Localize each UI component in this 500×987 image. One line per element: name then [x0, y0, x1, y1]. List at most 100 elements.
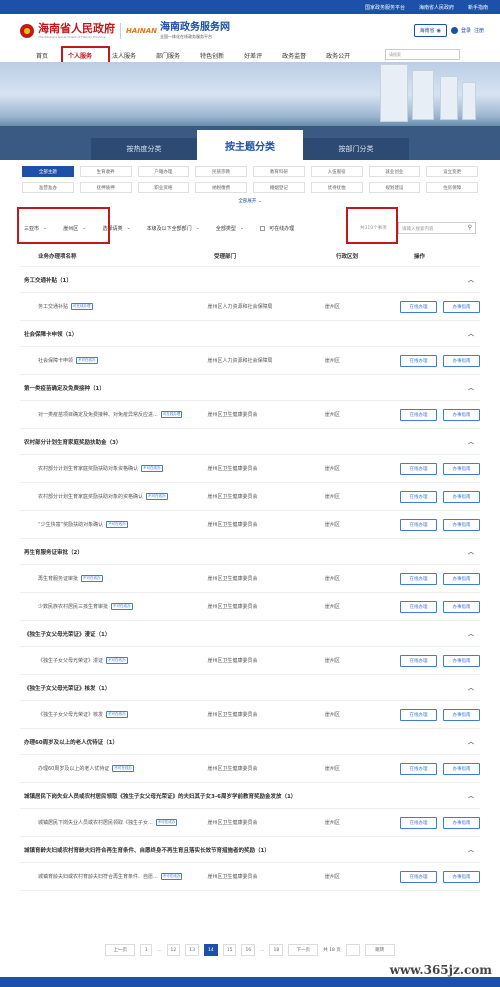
gov-logo[interactable]: 海南省人民政府 The People's Government of Haina…: [38, 23, 115, 39]
group-header[interactable]: 再生育服务证审批（2） ︿: [20, 539, 480, 565]
guide-button[interactable]: 办事指南: [443, 600, 480, 613]
service-name[interactable]: 少数民族农村居民三孩生育审批: [38, 603, 108, 610]
chevron-up-icon[interactable]: ︿: [468, 437, 480, 446]
service-name[interactable]: “少生快富”奖励扶助对象确认: [38, 521, 103, 528]
guide-button[interactable]: 办事指南: [443, 816, 480, 829]
category-item[interactable]: 抚押质押: [79, 182, 132, 193]
online-apply-button[interactable]: 在线办理: [400, 654, 437, 667]
register-link[interactable]: 注册: [474, 27, 484, 34]
service-name[interactable]: 《独生子女父母光荣证》漫证: [38, 657, 103, 664]
online-apply-button[interactable]: 在线办理: [400, 518, 437, 531]
nav-evaluation[interactable]: 好差评: [244, 51, 262, 60]
chevron-up-icon[interactable]: ︿: [468, 275, 480, 284]
online-apply-button[interactable]: 在线办理: [400, 600, 437, 613]
service-name[interactable]: 城镇育龄夫妇或农村育龄夫妇符合再生育条件、自愿...: [38, 873, 158, 880]
service-name[interactable]: 对一类疫苗项目确定及免费接种、对免疫异常反应进...: [38, 411, 158, 418]
guide-button[interactable]: 办事指南: [443, 490, 480, 503]
chevron-up-icon[interactable]: ︿: [468, 547, 480, 556]
jump-button[interactable]: 跳转: [364, 944, 395, 956]
guide-button[interactable]: 办事指南: [443, 518, 480, 531]
guide-button[interactable]: 办事指南: [443, 300, 480, 313]
service-name[interactable]: 农村部分计划生育家庭奖励扶助对象的资格确认: [38, 493, 143, 500]
group-header[interactable]: 第一类疫苗确定及免费接种（1） ︿: [20, 375, 480, 401]
category-item[interactable]: 准营准办: [22, 182, 74, 193]
group-header[interactable]: 城镇育龄夫妇或农村育龄夫妇符合再生育条件、自愿终身不再生育且落实长效节育措施者的…: [20, 837, 480, 863]
service-name[interactable]: 城镇居民下岗失业人员或农村居民领取《独生子女...: [38, 819, 153, 826]
category-item[interactable]: 全部主题: [22, 166, 74, 177]
category-item[interactable]: 入伍服役: [310, 166, 363, 177]
page-button[interactable]: 16: [241, 944, 256, 956]
next-page-button[interactable]: 下一页: [288, 944, 319, 956]
guide-button[interactable]: 办事指南: [443, 408, 480, 421]
page-jump-input[interactable]: [345, 944, 360, 956]
page-button[interactable]: 1: [140, 944, 153, 956]
category-item[interactable]: 住房保障: [426, 182, 478, 193]
online-apply-button[interactable]: 在线办理: [400, 490, 437, 503]
header-search-input[interactable]: 请搜索: [385, 49, 460, 60]
prev-page-button[interactable]: 上一页: [105, 944, 136, 956]
page-button[interactable]: 18: [269, 944, 284, 956]
chevron-up-icon[interactable]: ︿: [468, 791, 480, 800]
category-item[interactable]: 优待抚恤: [310, 182, 363, 193]
type-select[interactable]: 全部类型 ⌄: [216, 225, 244, 232]
category-item[interactable]: 教育科研: [253, 166, 305, 177]
online-apply-button[interactable]: 在线办理: [400, 408, 437, 421]
page-button[interactable]: 15: [222, 944, 237, 956]
service-name[interactable]: 务工交通补贴: [38, 303, 68, 310]
department-select[interactable]: 本级及以下全部部门 ⌄: [147, 225, 200, 232]
guide-button[interactable]: 办事指南: [443, 708, 480, 721]
nav-open-gov[interactable]: 政务公开: [326, 51, 350, 60]
expand-all-link[interactable]: 全部展开 ⌄: [0, 198, 500, 204]
guide-button[interactable]: 办事指南: [443, 462, 480, 475]
category-item[interactable]: 生育收养: [79, 166, 132, 177]
group-header[interactable]: 社会保障卡申领（1） ︿: [20, 321, 480, 347]
page-button-current[interactable]: 14: [203, 944, 218, 956]
online-apply-button[interactable]: 在线办理: [400, 708, 437, 721]
chevron-up-icon[interactable]: ︿: [468, 329, 480, 338]
group-header[interactable]: 《独生子女父母光荣证》漫证（1） ︿: [20, 621, 480, 647]
service-name[interactable]: 农村部分计划生育家庭奖励扶助对象资格确认: [38, 465, 138, 472]
tab-by-department[interactable]: 按部门分类: [303, 138, 409, 160]
guide-button[interactable]: 办事指南: [443, 654, 480, 667]
guide-button[interactable]: 办事指南: [443, 762, 480, 775]
group-header[interactable]: 办理60周岁及以上的老人优待证（1） ︿: [20, 729, 480, 755]
filter-search-input[interactable]: 请输入搜索内容 ⚲: [398, 222, 476, 234]
category-item[interactable]: 户籍办理: [137, 166, 190, 177]
topbar-link-province[interactable]: 海南省人民政府: [419, 4, 454, 11]
guide-button[interactable]: 办事指南: [443, 354, 480, 367]
nav-department-services[interactable]: 部门服务: [156, 51, 180, 60]
service-name[interactable]: 《独生子女父母光荣证》核发: [38, 711, 103, 718]
chevron-up-icon[interactable]: ︿: [468, 737, 480, 746]
group-header[interactable]: 《独生子女父母光荣证》核发（1） ︿: [20, 675, 480, 701]
category-item[interactable]: 规划建设: [368, 182, 421, 193]
chevron-up-icon[interactable]: ︿: [468, 845, 480, 854]
category-item[interactable]: 职业资格: [137, 182, 190, 193]
online-only-checkbox[interactable]: 可在线办理: [260, 225, 294, 232]
category-item[interactable]: 就业创业: [368, 166, 421, 177]
nav-legal-services[interactable]: 法人服务: [112, 51, 136, 60]
online-apply-button[interactable]: 在线办理: [400, 870, 437, 883]
chevron-up-icon[interactable]: ︿: [468, 383, 480, 392]
online-apply-button[interactable]: 在线办理: [400, 354, 437, 367]
service-name[interactable]: 再生育服务证审批: [38, 575, 78, 582]
category-item[interactable]: 婚姻登记: [253, 182, 305, 193]
guide-button[interactable]: 办事指南: [443, 870, 480, 883]
online-apply-button[interactable]: 在线办理: [400, 762, 437, 775]
nav-featured[interactable]: 特色创新: [200, 51, 224, 60]
search-icon[interactable]: ⚲: [468, 224, 472, 231]
location-selector[interactable]: 海南省 ◉: [413, 24, 447, 37]
category-item[interactable]: 设立变更: [426, 166, 478, 177]
group-header[interactable]: 城镇居民下岗失业人员或农村居民领取《独生子女父母光荣证》的夫妇其子女3-6周岁学…: [20, 783, 480, 809]
service-name[interactable]: 社会保障卡申领: [38, 357, 73, 364]
tab-by-popularity[interactable]: 按热度分类: [91, 138, 197, 160]
topbar-link-national[interactable]: 国家政务服务平台: [365, 4, 405, 11]
online-apply-button[interactable]: 在线办理: [400, 462, 437, 475]
service-name[interactable]: 办理60周岁及以上的老人优待证: [38, 765, 109, 772]
login-link[interactable]: 登录: [461, 27, 471, 34]
page-button[interactable]: 13: [185, 944, 199, 956]
chevron-up-icon[interactable]: ︿: [468, 683, 480, 692]
online-apply-button[interactable]: 在线办理: [400, 300, 437, 313]
category-item[interactable]: 纳税缴费: [195, 182, 247, 193]
group-header[interactable]: 农村部分计划生育家庭奖励扶助金（3） ︿: [20, 429, 480, 455]
tab-by-theme[interactable]: 按主题分类: [197, 130, 303, 160]
